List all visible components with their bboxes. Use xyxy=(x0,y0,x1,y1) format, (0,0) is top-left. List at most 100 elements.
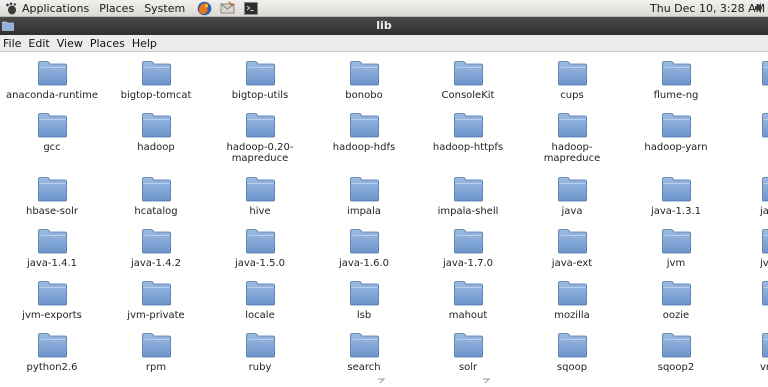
folder-icon xyxy=(141,113,171,138)
folder-item[interactable]: java-1.4.1 xyxy=(0,227,104,269)
folder-item[interactable]: lsb xyxy=(312,279,416,321)
folder-item[interactable] xyxy=(728,59,768,90)
folder-icon xyxy=(453,281,483,306)
folder-item[interactable]: anaconda-runtime xyxy=(0,59,104,101)
folder-item[interactable]: ConsoleKit xyxy=(416,59,520,101)
folder-name: hadoop-hdfs xyxy=(332,142,396,153)
folder-name: oozie xyxy=(662,310,690,321)
folder-icon xyxy=(762,113,768,138)
folder-name: cups xyxy=(560,90,584,101)
folder-item[interactable]: python2.6 xyxy=(0,331,104,373)
volume-icon[interactable] xyxy=(754,2,766,14)
folder-icon xyxy=(245,61,275,86)
clock[interactable]: Thu Dec 10, 3:28 AM xyxy=(650,0,765,17)
folder-item[interactable]: java-1.7.0 xyxy=(416,227,520,269)
folder-name: hadoop-0.20-mapreduce xyxy=(226,142,294,164)
folder-item[interactable]: hadoop-yarn xyxy=(624,111,728,153)
folder-icon xyxy=(141,229,171,254)
folder-item[interactable]: hadoop xyxy=(104,111,208,153)
folder-icon xyxy=(37,333,67,358)
folder-item[interactable]: hbase-solr xyxy=(0,175,104,217)
folder-icon xyxy=(762,333,768,358)
folder-name: jvm- xyxy=(760,258,768,269)
folder-item[interactable]: search xyxy=(312,331,416,373)
terminal-launcher[interactable] xyxy=(242,1,259,16)
folder-name: lsb xyxy=(356,310,372,321)
email-launcher[interactable] xyxy=(219,1,236,16)
folder-item[interactable]: rpm xyxy=(104,331,208,373)
folder-name: hbase-solr xyxy=(25,206,78,217)
folder-item[interactable]: cups xyxy=(520,59,624,101)
folder-icon xyxy=(661,177,691,202)
folder-item[interactable]: jvm- xyxy=(728,227,768,269)
folder-icon xyxy=(349,177,379,202)
folder-item[interactable]: hadoop-httpfs xyxy=(416,111,520,153)
folder-item[interactable]: solr xyxy=(416,331,520,373)
window-titlebar[interactable]: lib xyxy=(0,17,768,35)
folder-item[interactable]: bigtop-utils xyxy=(208,59,312,101)
folder-item[interactable]: mahout xyxy=(416,279,520,321)
folder-item[interactable]: java-1.3.1 xyxy=(624,175,728,217)
folder-item[interactable]: sqoop xyxy=(520,331,624,373)
folder-item[interactable]: sqoop2 xyxy=(624,331,728,373)
folder-item[interactable]: java xyxy=(520,175,624,217)
folder-item[interactable] xyxy=(728,111,768,142)
folder-item[interactable]: gcc xyxy=(0,111,104,153)
folder-item[interactable]: java-ext xyxy=(520,227,624,269)
window-title: lib xyxy=(376,19,392,32)
folder-icon xyxy=(141,333,171,358)
folder-item[interactable]: impala-shell xyxy=(416,175,520,217)
folder-icon xyxy=(141,61,171,86)
folder-item[interactable]: java-1.4.2 xyxy=(104,227,208,269)
places-menu-label: Places xyxy=(99,1,135,15)
folder-item[interactable]: hive xyxy=(208,175,312,217)
menu-file[interactable]: File xyxy=(0,37,25,50)
file-icon-view[interactable]: anaconda-runtime bigtop-tomcat bigtop-util… xyxy=(0,52,768,387)
applications-menu-label: Applications xyxy=(22,1,90,15)
folder-icon xyxy=(453,177,483,202)
folder-icon xyxy=(349,113,379,138)
folder-item[interactable]: hadoop-0.20-mapreduce xyxy=(208,111,312,164)
folder-item[interactable]: jvm-exports xyxy=(0,279,104,321)
folder-icon xyxy=(349,61,379,86)
folder-item[interactable]: java-1.5.0 xyxy=(208,227,312,269)
gnome-foot-icon xyxy=(6,2,16,14)
folder-item[interactable]: impala xyxy=(312,175,416,217)
folder-item[interactable]: locale xyxy=(208,279,312,321)
applications-menu[interactable]: Applications xyxy=(0,0,94,17)
folder-name: vm xyxy=(760,362,768,373)
folder-item[interactable] xyxy=(728,279,768,310)
folder-icon xyxy=(453,333,483,358)
folder-item[interactable]: hadoop-mapreduce xyxy=(520,111,624,164)
folder-item[interactable]: jvm xyxy=(624,227,728,269)
places-menu[interactable]: Places xyxy=(94,0,139,17)
firefox-launcher[interactable] xyxy=(196,1,213,16)
folder-icon xyxy=(762,61,768,86)
folder-item[interactable]: hadoop-hdfs xyxy=(312,111,416,153)
menu-places[interactable]: Places xyxy=(87,37,129,50)
folder-item[interactable]: jvm-private xyxy=(104,279,208,321)
folder-name: java-1.4.1 xyxy=(26,258,77,269)
menu-help[interactable]: Help xyxy=(129,37,161,50)
folder-item[interactable]: hcatalog xyxy=(104,175,208,217)
folder-icon xyxy=(141,177,171,202)
folder-icon xyxy=(349,229,379,254)
folder-item[interactable]: ruby xyxy=(208,331,312,373)
system-menu[interactable]: System xyxy=(139,0,190,17)
folder-name: anaconda-runtime xyxy=(5,90,98,101)
folder-item[interactable]: bonobo xyxy=(312,59,416,101)
folder-item[interactable]: ja xyxy=(728,175,768,217)
folder-name: jvm-exports xyxy=(22,310,82,321)
folder-name: locale xyxy=(245,310,275,321)
folder-item[interactable]: flume-ng xyxy=(624,59,728,101)
menu-view[interactable]: View xyxy=(54,37,87,50)
folder-icon xyxy=(245,333,275,358)
folder-item[interactable]: bigtop-tomcat xyxy=(104,59,208,101)
folder-icon xyxy=(661,61,691,86)
folder-item[interactable]: oozie xyxy=(624,279,728,321)
menu-edit[interactable]: Edit xyxy=(25,37,53,50)
folder-item[interactable]: mozilla xyxy=(520,279,624,321)
folder-icon xyxy=(37,61,67,86)
folder-item[interactable]: vm xyxy=(728,331,768,373)
folder-item[interactable]: java-1.6.0 xyxy=(312,227,416,269)
